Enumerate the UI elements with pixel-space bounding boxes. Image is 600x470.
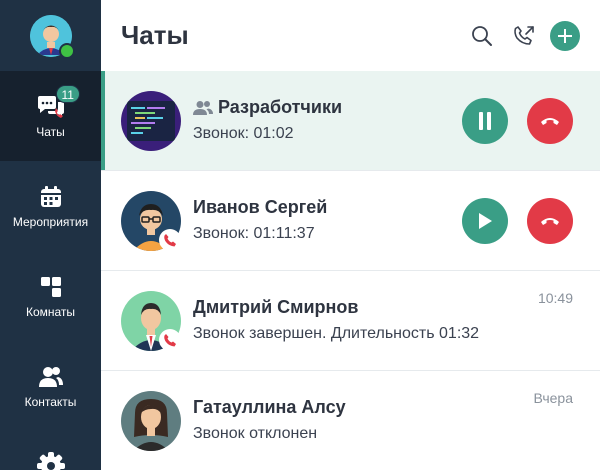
chat-subtitle: Звонок завершен. Длительность 01:32	[193, 325, 480, 342]
play-icon	[479, 213, 492, 229]
new-chat-button[interactable]	[550, 20, 580, 51]
hang-up-icon	[541, 118, 559, 125]
contacts-icon	[38, 363, 64, 391]
outgoing-call-icon[interactable]	[508, 20, 540, 52]
group-icon	[193, 100, 213, 116]
calendar-icon	[39, 183, 63, 211]
chat-row-gataullina[interactable]: Гатауллина Алсу Звонок отклонен Вчера	[101, 371, 600, 470]
page-title: Чаты	[121, 20, 189, 50]
end-call-button[interactable]	[527, 98, 573, 144]
chat-name: Иванов Сергей	[193, 197, 328, 217]
chat-list: Разработчики Звонок: 01:02 Иванов Сергей…	[101, 71, 600, 470]
missed-call-icon	[159, 229, 181, 251]
end-call-button[interactable]	[527, 198, 573, 244]
chat-subtitle: Звонок: 01:02	[193, 125, 294, 142]
sidebar-item-label: Чаты	[36, 125, 65, 139]
sidebar-item-rooms[interactable]: Комнаты	[0, 251, 101, 341]
sidebar-item-events[interactable]: Мероприятия	[0, 161, 101, 251]
chat-row-developers[interactable]: Разработчики Звонок: 01:02	[101, 71, 600, 171]
sidebar-item-label: Комнаты	[25, 305, 76, 319]
sidebar-item-chats[interactable]: 11 Чаты	[0, 71, 101, 161]
rooms-icon	[39, 273, 63, 301]
call-actions	[443, 198, 573, 244]
unread-badge: 11	[55, 85, 80, 103]
chat-row-smirnov[interactable]: Дмитрий Смирнов Звонок завершен. Длитель…	[101, 271, 600, 371]
resume-call-button[interactable]	[462, 198, 508, 244]
pause-call-button[interactable]	[462, 98, 508, 144]
sidebar-item-label: Контакты	[24, 395, 77, 409]
sidebar-item-contacts[interactable]: Контакты	[0, 341, 101, 431]
active-indicator	[101, 71, 105, 170]
chat-avatar	[121, 391, 181, 451]
chat-subtitle: Звонок отклонен	[193, 425, 318, 442]
missed-call-icon	[159, 329, 181, 351]
sidebar-item-label: Мероприятия	[12, 215, 89, 229]
header: Чаты	[101, 0, 600, 71]
chat-timestamp: 10:49	[537, 290, 573, 306]
chat-timestamp: Вчера	[533, 390, 573, 406]
online-status-dot	[58, 42, 75, 59]
call-actions	[443, 98, 573, 144]
chat-bubbles-icon: 11	[36, 85, 80, 121]
chat-name: Разработчики	[218, 97, 343, 117]
gear-icon[interactable]	[37, 452, 65, 470]
chat-row-ivanov[interactable]: Иванов Сергей Звонок: 01:11:37	[101, 171, 600, 271]
chat-subtitle: Звонок: 01:11:37	[193, 225, 315, 242]
profile-area	[0, 0, 101, 71]
chat-avatar	[121, 91, 181, 151]
hang-up-icon	[541, 218, 559, 225]
search-icon[interactable]	[466, 20, 498, 52]
pause-icon	[479, 112, 491, 130]
sidebar: 11 Чаты Мероприятия Комнаты Контакты	[0, 0, 101, 470]
chat-name: Гатауллина Алсу	[193, 397, 346, 417]
user-avatar[interactable]	[29, 14, 75, 59]
chat-name: Дмитрий Смирнов	[193, 297, 359, 317]
plus-icon	[558, 28, 572, 43]
